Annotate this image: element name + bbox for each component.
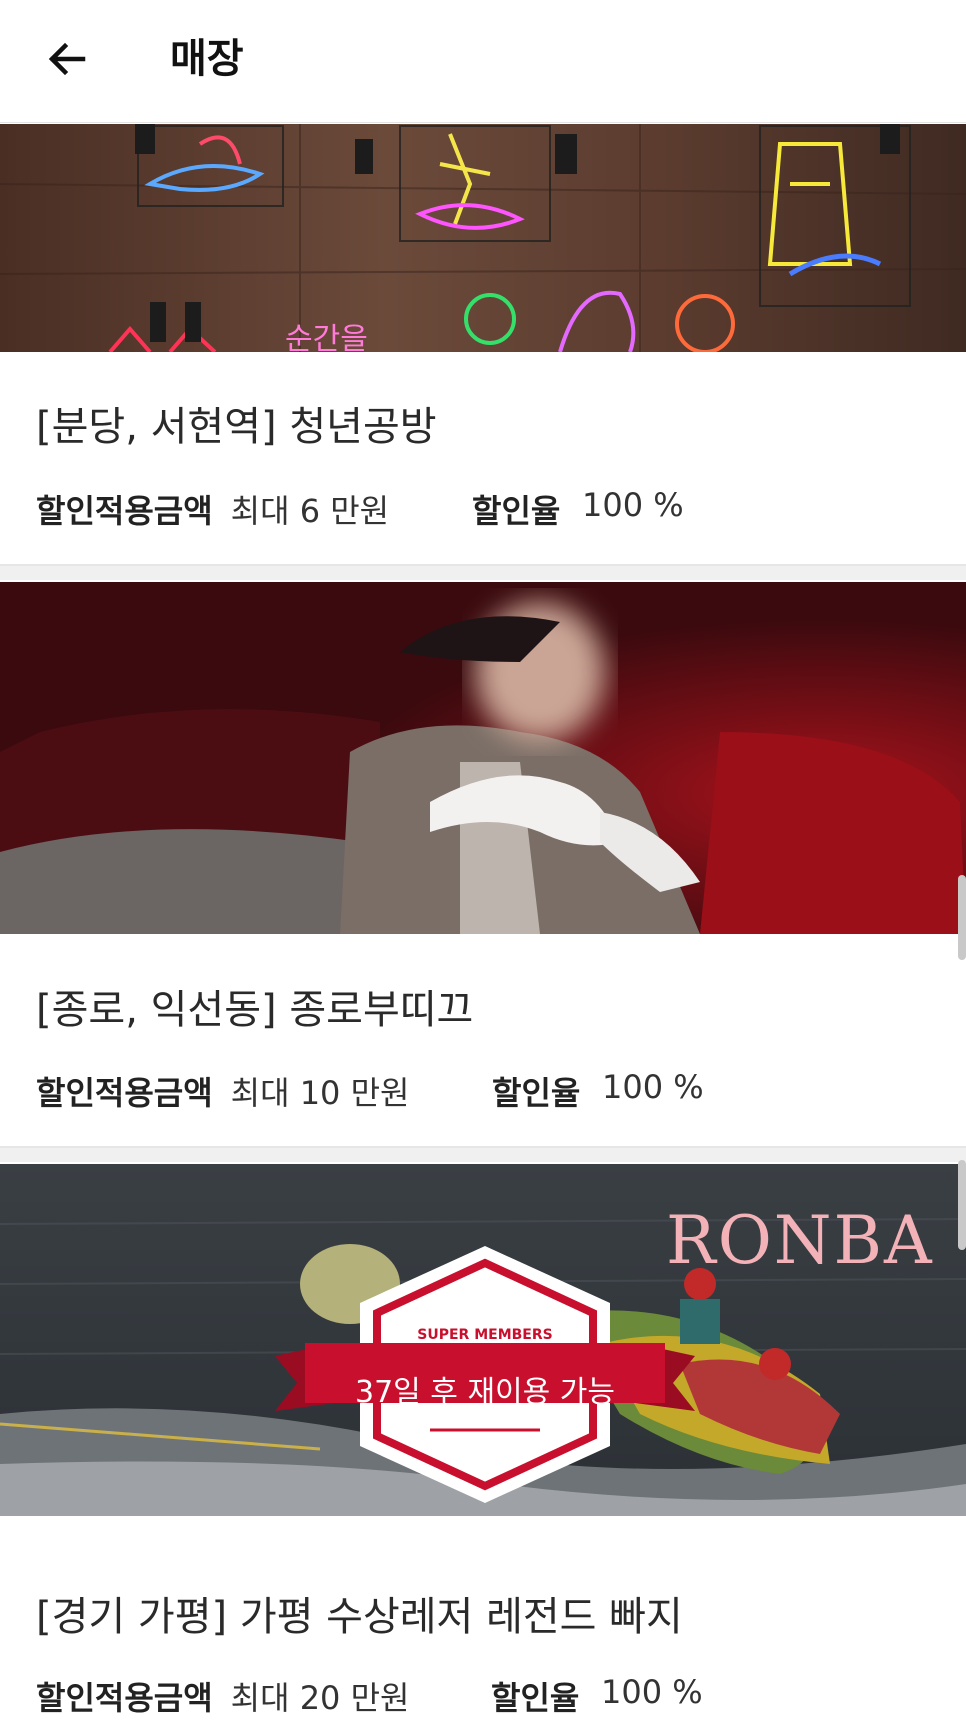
svg-text:순간을: 순간을 — [285, 322, 368, 352]
badge-main-text: 37일 후 재이용 가능 — [355, 1375, 615, 1410]
discount-rate-value: 100 % — [582, 486, 684, 524]
discount-amount-value: 최대 6 만원 — [230, 492, 390, 530]
discount-amount-value: 최대 20 만원 — [230, 1679, 410, 1717]
store-card[interactable]: 순간을 [분당, 서현역] 청년공방 할인적용금액 최대 6 만원 할인율 100… — [0, 124, 966, 564]
store-image — [0, 582, 966, 934]
discount-amount-label: 할인적용금액 — [36, 492, 213, 530]
app-header: 매장 — [0, 0, 966, 123]
arrow-left-icon — [48, 42, 86, 76]
store-card[interactable]: RONBA SUPER MEMBERS 37일 후 재이용 가능 [경기 가평]… — [0, 1164, 966, 1728]
store-discount-info: 할인적용금액 최대 10 만원 할인율 100 % — [36, 1068, 936, 1112]
scrollbar-thumb[interactable] — [958, 1160, 966, 1250]
discount-amount-value: 최대 10 만원 — [230, 1074, 410, 1112]
store-discount-info: 할인적용금액 최대 20 만원 할인율 100 % — [36, 1673, 936, 1717]
badge-top-text: SUPER MEMBERS — [417, 1327, 553, 1343]
store-image: RONBA SUPER MEMBERS 37일 후 재이용 가능 — [0, 1164, 966, 1516]
discount-rate-value: 100 % — [602, 1068, 704, 1106]
store-card[interactable]: [종로, 익선동] 종로부띠끄 할인적용금액 최대 10 만원 할인율 100 % — [0, 582, 966, 1112]
scrollbar-thumb[interactable] — [958, 875, 966, 960]
discount-amount-label: 할인적용금액 — [36, 1074, 213, 1112]
store-discount-info: 할인적용금액 최대 6 만원 할인율 100 % — [36, 486, 936, 530]
store-name: [종로, 익선동] 종로부띠끄 — [36, 987, 474, 1033]
card-separator — [0, 564, 966, 580]
back-button[interactable] — [38, 30, 96, 88]
discount-rate-label: 할인율 — [492, 1074, 581, 1112]
store-image: 순간을 — [0, 124, 966, 352]
discount-amount-label: 할인적용금액 — [36, 1679, 213, 1717]
card-separator — [0, 1146, 966, 1162]
image-overlay-text: RONBA — [666, 1202, 934, 1279]
discount-rate-label: 할인율 — [491, 1679, 580, 1717]
discount-rate-label: 할인율 — [472, 492, 561, 530]
discount-rate-value: 100 % — [601, 1673, 703, 1711]
page-title: 매장 — [170, 36, 244, 82]
store-name: [분당, 서현역] 청년공방 — [36, 404, 437, 450]
reuse-badge: SUPER MEMBERS 37일 후 재이용 가능 — [275, 1241, 695, 1516]
store-name: [경기 가평] 가평 수상레저 레전드 빠지 — [36, 1594, 683, 1640]
